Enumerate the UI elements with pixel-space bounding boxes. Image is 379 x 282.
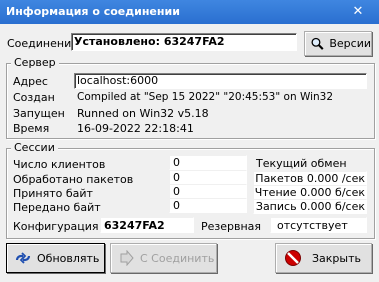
packets-rate-label: Пакетов <box>255 172 304 185</box>
write-rate-label: Запись <box>255 200 297 213</box>
clients-count-field: 0 <box>169 155 247 170</box>
clients-count-label: Число клиентов <box>13 158 106 171</box>
packets-rate-row: Пакетов 0.000 /сек <box>255 172 365 185</box>
connect-arrow-icon <box>120 250 134 266</box>
magnifier-icon <box>311 37 324 50</box>
packets-rate-value: 0.000 /сек <box>306 172 365 185</box>
clients-count-value: 0 <box>173 156 180 169</box>
versions-button[interactable]: Версии <box>304 31 372 56</box>
backup-value: отсутствует <box>277 219 348 232</box>
current-exchange-title: Текущий обмен <box>256 157 347 170</box>
backup-label: Резервная <box>201 220 262 233</box>
bytes-received-label: Принято байт <box>13 187 93 200</box>
packets-processed-field: 0 <box>169 170 247 185</box>
refresh-button-label: Обновлять <box>37 251 100 265</box>
window-close-button[interactable]: ✕ <box>345 4 371 20</box>
sessions-legend: Сессии <box>11 141 58 154</box>
connect-button-label: С Соединить <box>140 251 215 265</box>
read-rate-value: 0.000 б/сек <box>300 186 365 199</box>
bytes-received-value: 0 <box>173 185 180 198</box>
server-time-value: 16-09-2022 22:18:41 <box>77 122 194 135</box>
refresh-button[interactable]: Обновлять <box>6 243 105 273</box>
configuration-label: Конфигурация <box>13 220 99 233</box>
bytes-sent-label: Передано байт <box>13 201 101 214</box>
server-created-value: Compiled at "Sep 15 2022" "20:45:53" on … <box>77 91 334 103</box>
backup-field: отсутствует <box>270 217 367 233</box>
bytes-sent-value: 0 <box>173 199 180 212</box>
server-legend: Сервер <box>11 56 59 69</box>
versions-button-label: Версии <box>329 37 371 50</box>
server-created-label: Создан <box>13 91 55 104</box>
connection-status-field: Установлено: 63247FA2 <box>71 33 297 51</box>
server-time-label: Время <box>13 122 50 135</box>
write-rate-value: 0.000 б/сек <box>300 200 365 213</box>
read-rate-label: Чтение <box>254 186 297 199</box>
bytes-sent-field: 0 <box>169 198 247 213</box>
connection-status-value: Установлено: 63247FA2 <box>74 35 225 48</box>
configuration-value: 63247FA2 <box>104 219 165 232</box>
connect-button[interactable]: С Соединить <box>110 243 217 273</box>
server-started-label: Запущен <box>13 107 65 120</box>
refresh-link-icon <box>15 252 31 264</box>
server-started-value: Runned on Win32 v5.18 <box>77 107 209 120</box>
server-address-label: Адрес <box>13 75 48 88</box>
bytes-received-field: 0 <box>169 184 247 199</box>
close-button[interactable]: Закрыть <box>275 243 372 273</box>
read-rate-row: Чтение 0.000 б/сек <box>255 186 365 199</box>
packets-processed-label: Обработано пакетов <box>13 173 134 186</box>
close-button-label: Закрыть <box>312 251 361 265</box>
no-entry-icon <box>285 250 301 266</box>
write-rate-row: Запись 0.000 б/сек <box>255 200 365 213</box>
configuration-field: 63247FA2 <box>100 217 194 233</box>
packets-processed-value: 0 <box>173 171 180 184</box>
connection-label: Соединение <box>7 37 79 50</box>
server-address-field[interactable]: localhost:6000 <box>74 73 367 89</box>
server-address-value: localhost:6000 <box>77 74 159 87</box>
window-title: Информация о соединении <box>6 5 180 18</box>
